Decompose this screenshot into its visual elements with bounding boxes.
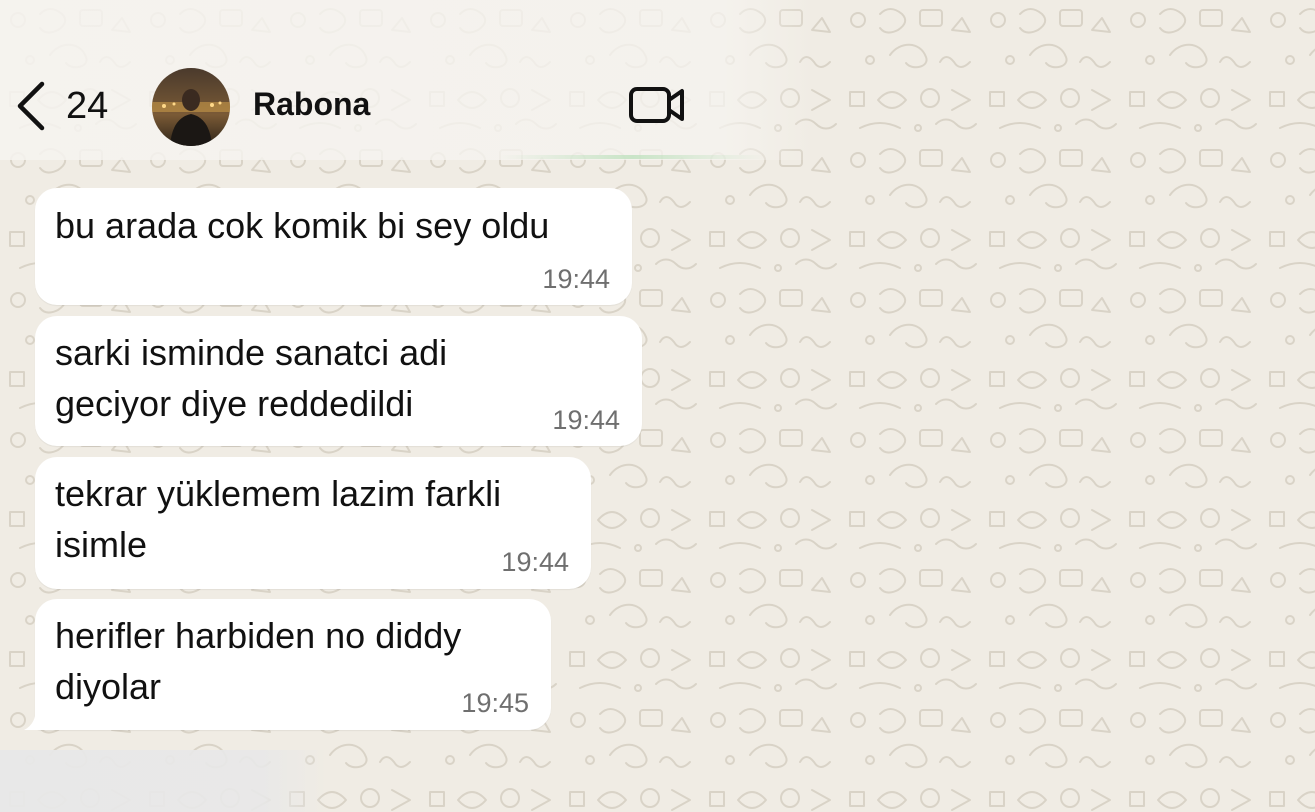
chevron-left-icon bbox=[17, 81, 45, 131]
contact-name[interactable]: Rabona bbox=[253, 86, 370, 123]
contact-avatar[interactable] bbox=[152, 68, 230, 146]
message-bubble[interactable]: sarki isminde sanatci adi geciyor diye r… bbox=[35, 316, 642, 446]
message-text: tekrar yüklemem lazim farkli isimle bbox=[55, 473, 502, 565]
message-bubble[interactable]: herifler harbiden no diddy diyolar 19:45 bbox=[35, 599, 551, 730]
unread-count: 24 bbox=[66, 84, 109, 127]
message-text: sarki isminde sanatci adi geciyor diye r… bbox=[55, 332, 448, 424]
message-bubble[interactable]: tekrar yüklemem lazim farkli isimle 19:4… bbox=[35, 457, 591, 589]
chat-header: 24 Rabona bbox=[0, 0, 1315, 160]
message-text: bu arada cok komik bi sey oldu bbox=[55, 205, 550, 246]
video-call-button[interactable] bbox=[628, 84, 686, 126]
message-timestamp: 19:44 bbox=[501, 547, 569, 577]
message-timestamp: 19:45 bbox=[461, 688, 529, 718]
bottom-bar bbox=[0, 750, 1315, 812]
message-text: herifler harbiden no diddy diyolar bbox=[55, 615, 462, 707]
back-button[interactable]: 24 bbox=[14, 80, 108, 132]
header-divider bbox=[500, 155, 765, 159]
message-bubble[interactable]: bu arada cok komik bi sey oldu 19:44 bbox=[35, 188, 632, 305]
bubble-tail bbox=[24, 708, 46, 730]
message-timestamp: 19:44 bbox=[552, 405, 620, 435]
message-timestamp: 19:44 bbox=[542, 264, 610, 294]
video-camera-icon bbox=[629, 87, 684, 123]
